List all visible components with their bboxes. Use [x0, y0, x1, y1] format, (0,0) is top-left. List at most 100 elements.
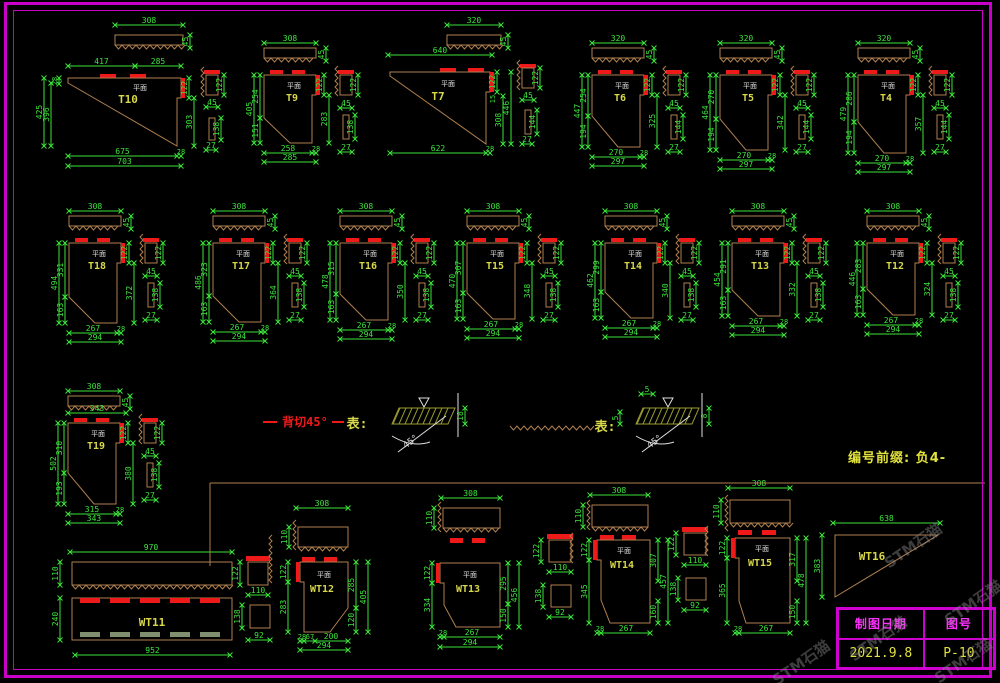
- svg-text:138: 138: [346, 120, 355, 135]
- svg-text:平面: 平面: [463, 571, 477, 579]
- svg-text:138: 138: [212, 122, 221, 137]
- svg-text:平面: 平面: [615, 82, 629, 90]
- svg-text:396: 396: [42, 107, 51, 122]
- svg-text:258: 258: [281, 144, 296, 153]
- svg-text:122: 122: [518, 246, 527, 261]
- svg-text:T15: T15: [486, 261, 504, 272]
- svg-text:308: 308: [283, 34, 298, 43]
- svg-text:5: 5: [645, 385, 650, 394]
- svg-text:122: 122: [718, 541, 727, 556]
- svg-text:28: 28: [312, 145, 320, 153]
- piece-T18: 30845平面T18494331163122372267282941224513…: [50, 202, 166, 345]
- svg-text:45: 45: [920, 218, 929, 228]
- svg-text:163: 163: [854, 295, 863, 310]
- svg-text:WT15: WT15: [748, 558, 772, 569]
- svg-text:28: 28: [486, 145, 494, 153]
- svg-text:138: 138: [150, 468, 159, 483]
- svg-text:92: 92: [254, 631, 264, 640]
- svg-text:308: 308: [315, 499, 330, 508]
- svg-text:372: 372: [125, 286, 134, 301]
- svg-text:110: 110: [425, 511, 434, 526]
- piece-T17: 30845平面T17486323163122364267282941224513…: [194, 202, 310, 344]
- svg-text:平面: 平面: [755, 250, 769, 258]
- svg-text:299: 299: [592, 260, 601, 275]
- legend-zigzag: 表:55845°: [510, 385, 712, 452]
- piece-WT15: 12211013892308110平面WT1512236531715047828…: [667, 479, 809, 636]
- svg-text:160: 160: [649, 605, 658, 620]
- svg-text:308: 308: [463, 489, 478, 498]
- svg-text:194: 194: [579, 124, 588, 139]
- svg-text:138: 138: [422, 288, 431, 303]
- piece-T10: 30845417285平面T10284253961223036752870312…: [35, 16, 227, 169]
- svg-text:110: 110: [712, 504, 721, 519]
- svg-text:27: 27: [682, 311, 692, 320]
- svg-text:122: 122: [677, 78, 686, 93]
- svg-text:45: 45: [520, 218, 529, 228]
- svg-text:45: 45: [544, 267, 554, 276]
- svg-text:122: 122: [425, 246, 434, 261]
- svg-text:平面: 平面: [628, 250, 642, 258]
- svg-text:294: 294: [751, 326, 766, 335]
- svg-text:27: 27: [145, 491, 155, 500]
- svg-text:122: 122: [552, 246, 561, 261]
- svg-text:294: 294: [886, 325, 901, 334]
- piece-T14: 30845平面T14462299163122340267282941224513…: [586, 202, 702, 340]
- svg-text:340: 340: [661, 283, 670, 298]
- svg-text:122: 122: [531, 71, 540, 86]
- svg-text:平面: 平面: [743, 82, 757, 90]
- svg-text:45°: 45°: [401, 434, 420, 452]
- svg-text:323: 323: [200, 262, 209, 277]
- svg-text:T13: T13: [751, 261, 769, 272]
- svg-text:122: 122: [771, 78, 780, 93]
- piece-WT16: 638WT16383: [813, 514, 943, 600]
- svg-text:315: 315: [85, 505, 100, 514]
- svg-text:294: 294: [486, 329, 501, 338]
- svg-text:303: 303: [185, 115, 194, 130]
- svg-text:5: 5: [611, 415, 620, 420]
- cad-sheet: 30845417285平面T10284253961223036752870312…: [0, 0, 1000, 683]
- svg-text:45: 45: [669, 99, 679, 108]
- svg-text:T7: T7: [431, 90, 444, 103]
- svg-text:28: 28: [515, 321, 523, 329]
- svg-text:28: 28: [768, 152, 776, 160]
- svg-text:28: 28: [596, 625, 604, 633]
- svg-text:138: 138: [295, 288, 304, 303]
- title-date-value: 2021.9.8: [838, 639, 924, 669]
- svg-text:122: 122: [315, 78, 324, 93]
- svg-text:27: 27: [809, 311, 819, 320]
- svg-text:8: 8: [700, 413, 709, 418]
- svg-text:285: 285: [347, 578, 356, 593]
- svg-text:267: 267: [619, 624, 634, 633]
- svg-text:110: 110: [553, 563, 568, 572]
- svg-text:283: 283: [320, 112, 329, 127]
- svg-text:122: 122: [580, 543, 589, 558]
- svg-text:27: 27: [944, 311, 954, 320]
- svg-text:138: 138: [814, 288, 823, 303]
- svg-text:28: 28: [261, 324, 269, 332]
- svg-text:45°: 45°: [645, 434, 664, 452]
- svg-text:28: 28: [915, 317, 923, 325]
- svg-text:28: 28: [116, 506, 124, 514]
- svg-text:WT12: WT12: [310, 584, 334, 595]
- svg-text:285: 285: [151, 57, 166, 66]
- svg-text:294: 294: [232, 332, 247, 341]
- svg-text:163: 163: [56, 303, 65, 318]
- svg-text:334: 334: [423, 598, 432, 613]
- svg-text:27: 27: [341, 143, 351, 152]
- svg-text:297: 297: [877, 163, 892, 172]
- svg-text:45: 45: [645, 50, 654, 60]
- svg-text:45: 45: [944, 267, 954, 276]
- svg-text:45: 45: [290, 267, 300, 276]
- svg-text:138: 138: [949, 288, 958, 303]
- svg-text:T9: T9: [286, 93, 298, 104]
- svg-text:138: 138: [687, 288, 696, 303]
- svg-text:45: 45: [146, 267, 156, 276]
- svg-text:294: 294: [317, 641, 332, 650]
- svg-text:456: 456: [510, 588, 519, 603]
- svg-text:194: 194: [845, 130, 854, 145]
- svg-text:320: 320: [611, 34, 626, 43]
- svg-text:348: 348: [523, 284, 532, 299]
- svg-text:294: 294: [624, 328, 639, 337]
- piece-T19: 30845343平面T19502310193122380315283431224…: [49, 382, 165, 526]
- svg-text:138: 138: [534, 589, 543, 604]
